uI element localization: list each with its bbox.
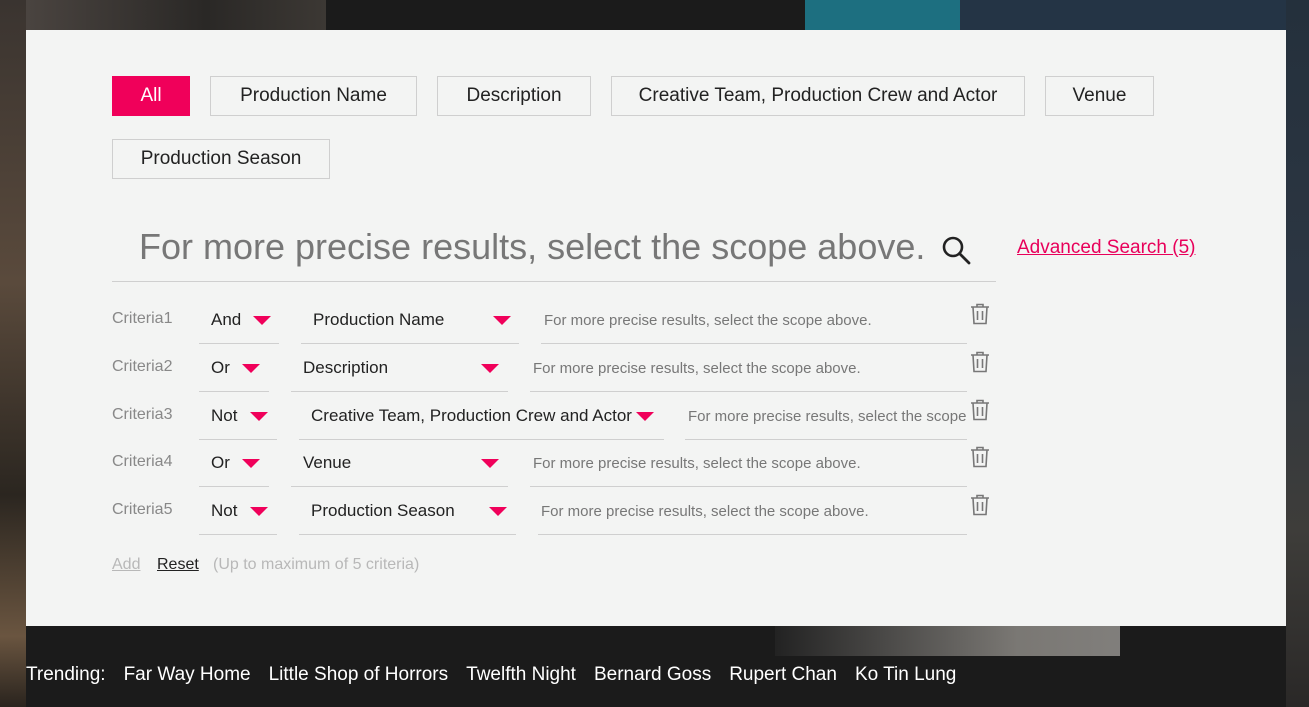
scope-tab-production-name[interactable]: Production Name: [210, 76, 417, 116]
criteria-input[interactable]: [530, 441, 967, 487]
advanced-search-link[interactable]: Advanced Search (5): [1017, 237, 1196, 259]
background-image-right: [1286, 0, 1309, 707]
max-criteria-note: (Up to maximum of 5 criteria): [213, 556, 420, 573]
field-select[interactable]: Creative Team, Production Crew and Actor: [299, 394, 664, 440]
criteria-row: Criteria4 Or Venue: [112, 441, 1012, 489]
scope-tab-venue[interactable]: Venue: [1045, 76, 1154, 116]
background-image-top: [26, 0, 326, 30]
trending-link[interactable]: Far Way Home: [124, 664, 251, 690]
field-select[interactable]: Venue: [291, 441, 508, 487]
trash-icon[interactable]: [970, 399, 990, 421]
criteria-input[interactable]: [538, 489, 967, 535]
main-search-input[interactable]: [139, 224, 939, 270]
search-icon: [942, 236, 971, 265]
trending-link[interactable]: Twelfth Night: [466, 664, 576, 690]
trash-icon[interactable]: [970, 494, 990, 516]
field-select[interactable]: Production Name: [301, 298, 519, 344]
caret-down-icon: [253, 316, 271, 325]
criteria-label: Criteria3: [112, 406, 173, 423]
criteria-label: Criteria1: [112, 310, 173, 327]
caret-down-icon: [489, 507, 507, 516]
field-value: Venue: [303, 453, 352, 472]
scope-tab-description[interactable]: Description: [437, 76, 591, 116]
field-value: Creative Team, Production Crew and Actor: [311, 406, 632, 425]
operator-value: Or: [211, 358, 230, 377]
background-image-left: [0, 0, 26, 707]
trending-link[interactable]: Ko Tin Lung: [855, 664, 956, 690]
field-value: Description: [303, 358, 389, 377]
caret-down-icon: [493, 316, 511, 325]
background-image-top-right: [805, 0, 960, 30]
trending-bar: Trending: Far Way Home Little Shop of Ho…: [26, 664, 956, 690]
operator-select[interactable]: And: [199, 298, 279, 344]
add-criteria-link[interactable]: Add: [112, 556, 140, 574]
scope-tab-all[interactable]: All: [112, 76, 190, 116]
main-search-bar: [112, 220, 996, 282]
criteria-label: Criteria4: [112, 453, 173, 470]
operator-value: And: [211, 310, 242, 329]
trending-link[interactable]: Bernard Goss: [594, 664, 711, 690]
trash-icon[interactable]: [970, 303, 990, 325]
search-button[interactable]: [940, 234, 972, 266]
background-image-bottom: [775, 626, 1120, 656]
criteria-input[interactable]: [541, 298, 967, 344]
trending-link[interactable]: Little Shop of Horrors: [269, 664, 449, 690]
operator-select[interactable]: Not: [199, 394, 277, 440]
criteria-label: Criteria2: [112, 358, 173, 375]
field-select[interactable]: Description: [291, 346, 508, 392]
scope-tab-production-season[interactable]: Production Season: [112, 139, 330, 179]
field-value: Production Season: [311, 501, 455, 520]
criteria-row: Criteria5 Not Production Season: [112, 489, 1012, 537]
field-value: Production Name: [313, 310, 445, 329]
trash-icon[interactable]: [970, 351, 990, 373]
scope-tab-creative-team[interactable]: Creative Team, Production Crew and Actor: [611, 76, 1025, 116]
reset-link[interactable]: Reset: [157, 556, 199, 574]
operator-select[interactable]: Not: [199, 489, 277, 535]
trash-icon[interactable]: [970, 446, 990, 468]
criteria-row: Criteria1 And Production Name: [112, 298, 1012, 346]
search-panel: All Production Name Description Creative…: [26, 30, 1286, 626]
background-image-top-right-2: [960, 0, 1309, 30]
criteria-row: Criteria2 Or Description: [112, 346, 1012, 394]
field-select[interactable]: Production Season: [299, 489, 516, 535]
criteria-row: Criteria3 Not Creative Team, Production …: [112, 394, 1012, 442]
operator-value: Not: [211, 501, 238, 520]
caret-down-icon: [636, 412, 654, 421]
operator-value: Not: [211, 406, 238, 425]
criteria-input[interactable]: [685, 394, 967, 440]
caret-down-icon: [481, 364, 499, 373]
criteria-label: Criteria5: [112, 501, 173, 518]
criteria-input[interactable]: [530, 346, 967, 392]
operator-select[interactable]: Or: [199, 346, 269, 392]
trending-label: Trending:: [26, 664, 106, 685]
operator-value: Or: [211, 453, 230, 472]
caret-down-icon: [250, 412, 268, 421]
trending-link[interactable]: Rupert Chan: [729, 664, 837, 690]
caret-down-icon: [481, 459, 499, 468]
operator-select[interactable]: Or: [199, 441, 269, 487]
caret-down-icon: [242, 459, 260, 468]
caret-down-icon: [250, 507, 268, 516]
caret-down-icon: [242, 364, 260, 373]
